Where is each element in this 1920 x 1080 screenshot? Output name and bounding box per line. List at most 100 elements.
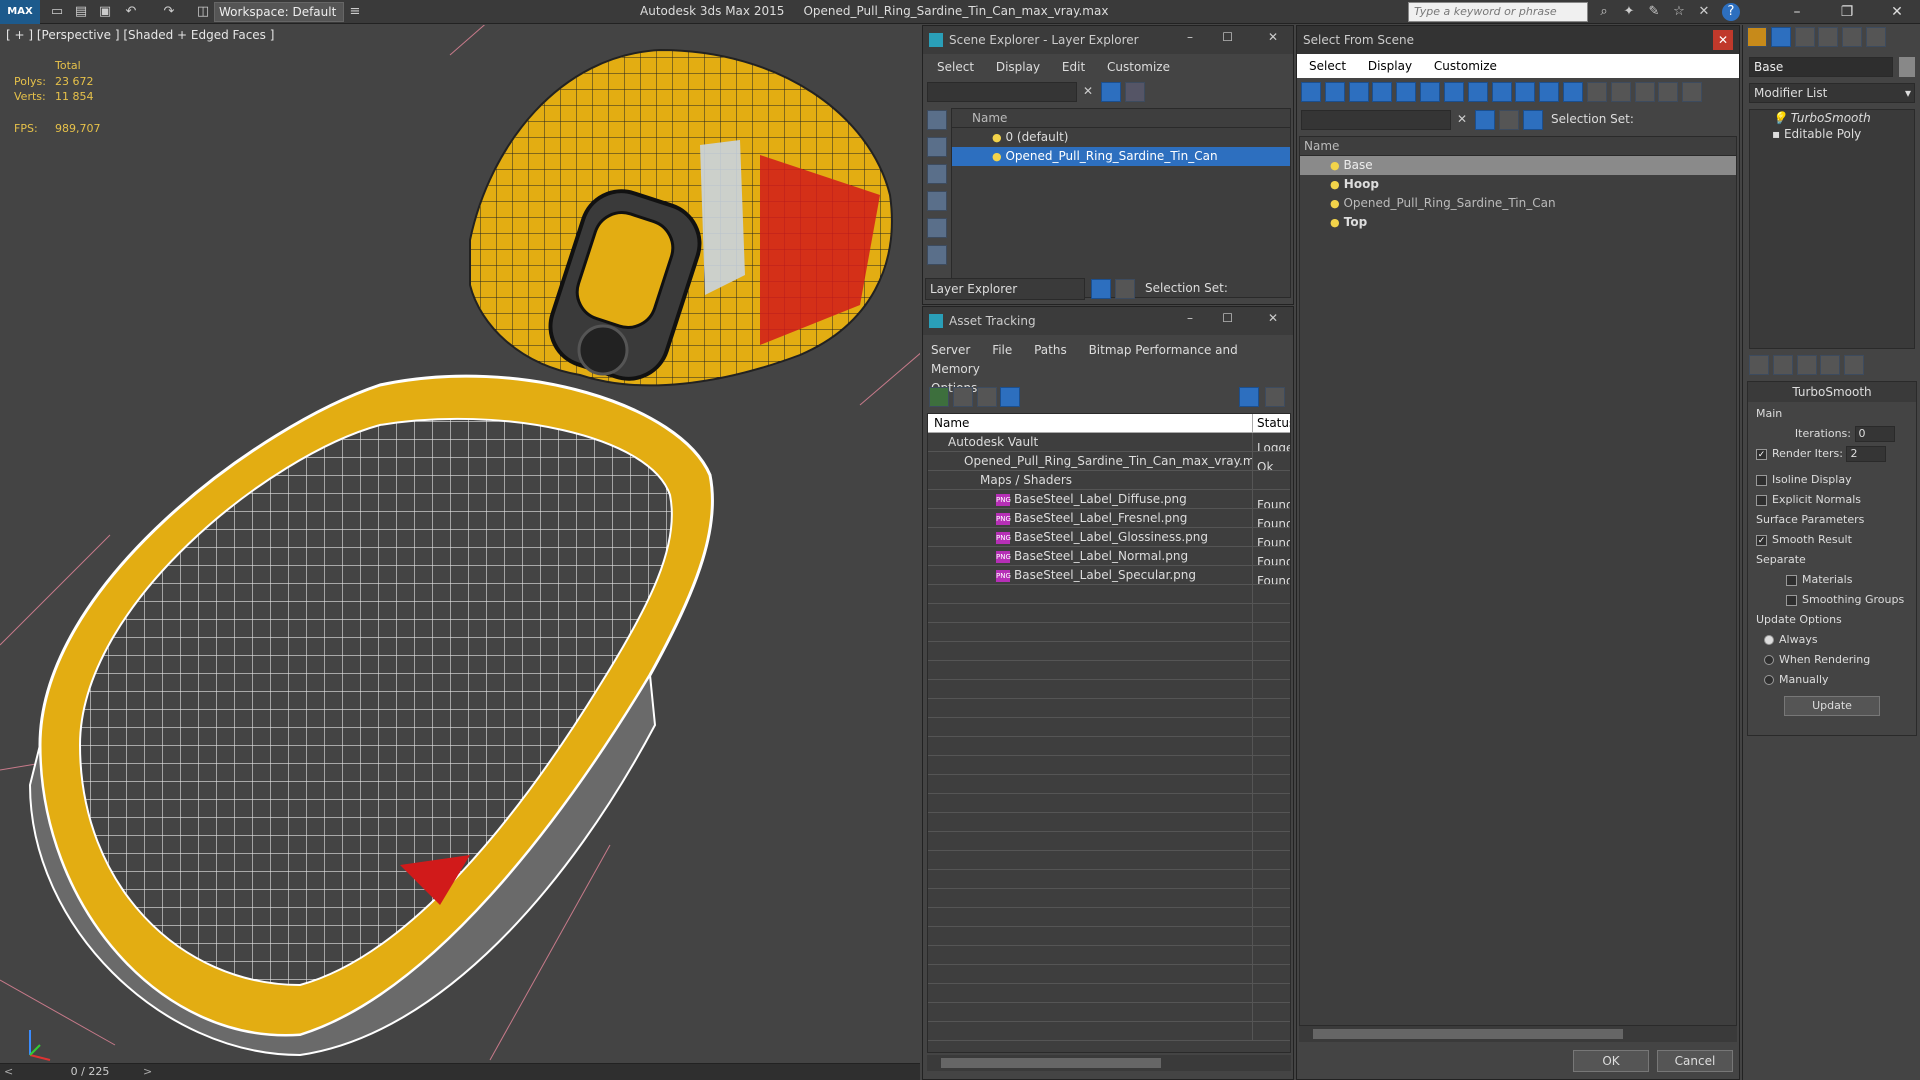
utilities-tab-icon[interactable] <box>1866 27 1887 47</box>
at-refresh-icon[interactable] <box>929 387 949 407</box>
se-col-name[interactable]: Name <box>952 109 1290 128</box>
at-row[interactable]: Autodesk Vault Logge <box>928 433 1290 452</box>
sfs-display-cameras-icon[interactable] <box>1396 82 1417 102</box>
project-icon[interactable]: ◫ <box>194 3 212 21</box>
at-menu-bitmap[interactable]: Bitmap Performance and Memory <box>931 343 1238 376</box>
prev-frame-icon[interactable]: < <box>4 1065 13 1078</box>
sfs-display-xrefs-icon[interactable] <box>1491 82 1512 102</box>
at-row[interactable]: Maps / Shaders <box>928 471 1290 490</box>
update-button[interactable]: Update <box>1784 696 1880 716</box>
sfs-display-geometry-icon[interactable] <box>1324 82 1345 102</box>
at-help-icon[interactable] <box>1239 387 1259 407</box>
at-list-icon[interactable] <box>952 387 973 407</box>
remove-modifier-icon[interactable] <box>1820 355 1841 375</box>
iterations-spinner[interactable]: 0 <box>1854 426 1895 442</box>
minimize-icon[interactable]: – <box>1780 0 1814 24</box>
save-icon[interactable]: ▣ <box>96 3 114 21</box>
always-radio[interactable] <box>1764 635 1774 645</box>
sfs-filter-toggle-icon[interactable] <box>1475 110 1495 130</box>
search-input[interactable]: Type a keyword or phrase <box>1408 2 1588 22</box>
se-menu-edit[interactable]: Edit <box>1062 60 1085 74</box>
sfs-display-containers-icon[interactable] <box>1539 82 1560 102</box>
se-display-shapes-icon[interactable] <box>927 164 947 184</box>
can-lid-model[interactable] <box>469 48 893 389</box>
se-menu-customize[interactable]: Customize <box>1107 60 1170 74</box>
binoculars-icon[interactable]: ⌕ <box>1595 3 1613 21</box>
at-menu-file[interactable]: File <box>992 343 1012 357</box>
sfs-select-all-icon[interactable] <box>1586 82 1607 102</box>
ok-button[interactable]: OK <box>1573 1050 1649 1072</box>
se-display-cameras-icon[interactable] <box>927 218 947 238</box>
se-clear-icon[interactable]: ✕ <box>1083 84 1093 98</box>
se-menu-display[interactable]: Display <box>996 60 1040 74</box>
motion-tab-icon[interactable] <box>1818 27 1839 47</box>
at-row[interactable]: PNG BaseSteel_Label_Fresnel.png Found <box>928 509 1290 528</box>
at-minimize-icon[interactable]: – <box>1187 311 1193 325</box>
stack-item-turbosmooth[interactable]: 💡 TurboSmooth <box>1750 110 1914 126</box>
sfs-display-frozen-icon[interactable] <box>1563 82 1584 102</box>
sfs-display-spacewarps-icon[interactable] <box>1443 82 1464 102</box>
render-iters-checkbox[interactable]: ✓ <box>1756 448 1767 460</box>
tools-icon[interactable]: ✦ <box>1620 3 1638 21</box>
sfs-select-none-icon[interactable] <box>1610 82 1631 102</box>
sfs-invert-icon[interactable] <box>1634 82 1655 102</box>
at-scroll-thumb[interactable] <box>941 1058 1161 1068</box>
at-menu-paths[interactable]: Paths <box>1034 343 1067 357</box>
sfs-menu-customize[interactable]: Customize <box>1434 59 1497 73</box>
se-minimize-icon[interactable]: – <box>1187 30 1193 44</box>
at-thumbnail-icon[interactable] <box>976 387 997 407</box>
sfs-horizontal-scrollbar[interactable] <box>1299 1026 1737 1042</box>
sfs-search-field[interactable] <box>1301 110 1451 130</box>
at-row[interactable]: Opened_Pull_Ring_Sardine_Tin_Can_max_vra… <box>928 452 1290 471</box>
layer-explorer-dropdown[interactable]: Layer Explorer <box>925 278 1085 300</box>
light-bulb-icon[interactable]: ● <box>1330 216 1340 229</box>
se-row-tin-can[interactable]: ● Opened_Pull_Ring_Sardine_Tin_Can <box>952 147 1290 166</box>
show-end-result-icon[interactable] <box>1772 355 1793 375</box>
open-file-icon[interactable]: ▤ <box>72 3 90 21</box>
se-display-geometry-icon[interactable] <box>927 137 947 157</box>
sfs-display-lights-icon[interactable] <box>1372 82 1393 102</box>
light-bulb-icon[interactable]: ● <box>992 131 1002 144</box>
light-bulb-icon[interactable]: ● <box>1330 197 1340 210</box>
sfs-row-tin-can[interactable]: ● Opened_Pull_Ring_Sardine_Tin_Can <box>1300 194 1736 213</box>
isoline-checkbox[interactable] <box>1756 474 1767 486</box>
close-tool-icon[interactable]: ✕ <box>1695 3 1713 21</box>
sfs-display-objects-icon[interactable] <box>1301 82 1321 102</box>
at-row[interactable]: PNG BaseSteel_Label_Glossiness.png Found <box>928 528 1290 547</box>
hierarchy-tab-icon[interactable] <box>1794 27 1815 47</box>
sfs-sort-icon[interactable] <box>1682 82 1703 102</box>
sfs-close-icon[interactable]: ✕ <box>1713 30 1733 50</box>
next-frame-icon[interactable]: > <box>143 1065 152 1078</box>
manually-radio[interactable] <box>1764 675 1774 685</box>
light-bulb-icon[interactable]: ● <box>1330 159 1340 172</box>
at-row[interactable]: PNG BaseSteel_Label_Diffuse.png Found <box>928 490 1290 509</box>
sfs-filter-icon[interactable] <box>1658 82 1679 102</box>
at-close-icon[interactable]: ✕ <box>1268 311 1278 325</box>
help-icon[interactable]: ? <box>1722 3 1740 21</box>
stack-item-editable-poly[interactable]: ▪ Editable Poly <box>1750 126 1914 142</box>
app-logo[interactable]: MAX <box>0 0 40 24</box>
sfs-row-top[interactable]: ● Top <box>1300 213 1736 232</box>
sfs-row-hoop[interactable]: ● Hoop <box>1300 175 1736 194</box>
create-tab-icon[interactable] <box>1747 27 1767 47</box>
sfs-col-name[interactable]: Name <box>1300 137 1736 156</box>
undo-icon[interactable]: ↶ <box>122 3 140 21</box>
se-search-field[interactable] <box>927 82 1077 102</box>
smoothing-groups-checkbox[interactable] <box>1786 594 1797 606</box>
se-maximize-icon[interactable]: ☐ <box>1222 30 1233 44</box>
at-col-status[interactable]: Status <box>1253 416 1290 430</box>
perspective-viewport[interactable]: [ + ] [Perspective ] [Shaded + Edged Fac… <box>0 25 920 1065</box>
at-row[interactable]: PNG BaseSteel_Label_Specular.png Found <box>928 566 1290 585</box>
modify-tab-icon[interactable] <box>1770 27 1791 47</box>
at-menu-server[interactable]: Server <box>931 343 970 357</box>
se-filter-icon[interactable] <box>1101 82 1121 102</box>
pin-stack-icon[interactable] <box>1749 355 1769 375</box>
object-color-swatch[interactable] <box>1899 57 1915 77</box>
when-rendering-radio[interactable] <box>1764 655 1774 665</box>
modifier-list-dropdown[interactable]: Modifier List ▾ <box>1749 83 1915 103</box>
sfs-menu-select[interactable]: Select <box>1309 59 1346 73</box>
at-col-name[interactable]: Name <box>928 414 1253 432</box>
object-name-field[interactable]: Base <box>1749 57 1893 77</box>
sfs-row-base[interactable]: ● Base <box>1300 156 1736 175</box>
make-unique-icon[interactable] <box>1796 355 1817 375</box>
